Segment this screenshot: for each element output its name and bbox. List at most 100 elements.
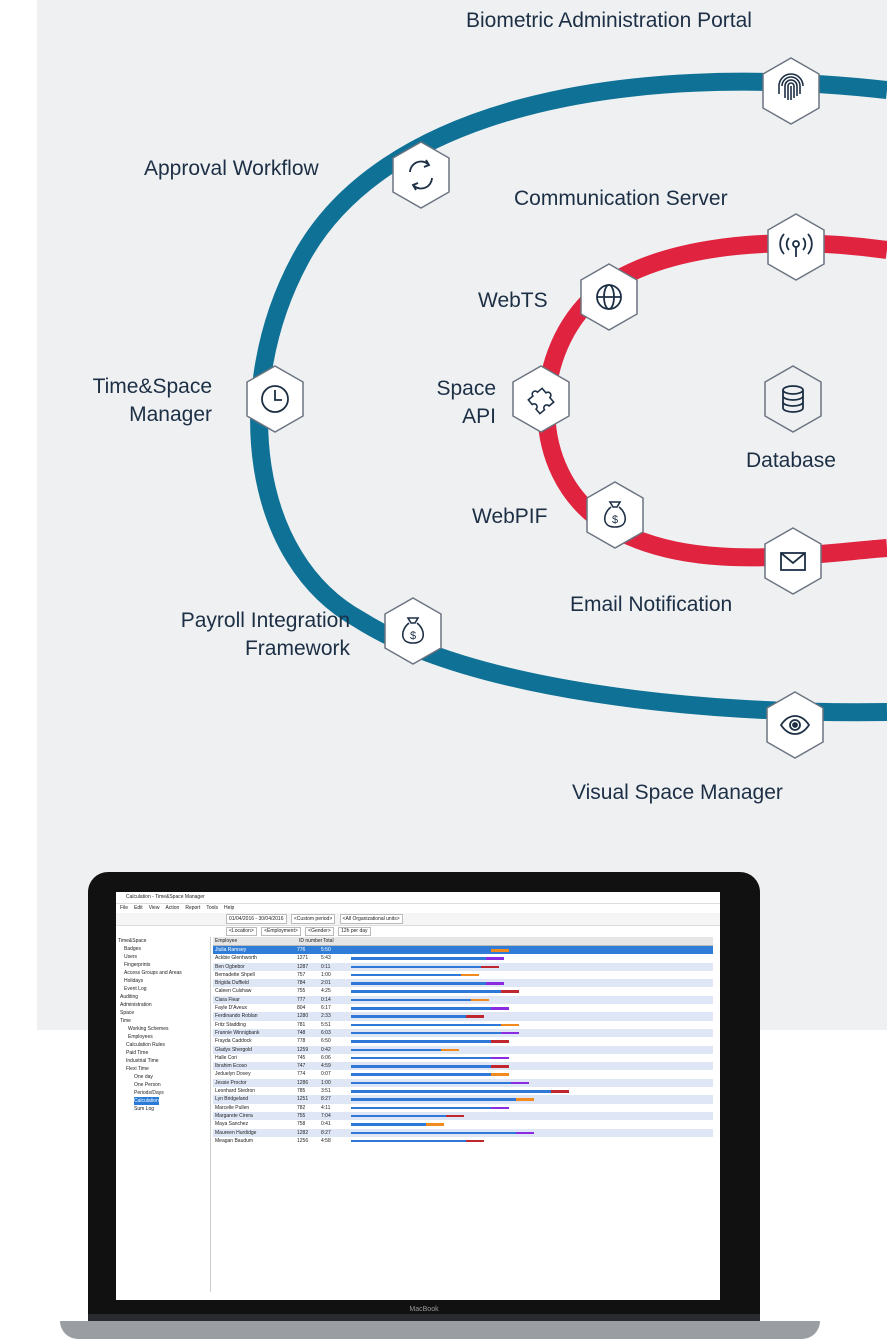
tree-item[interactable]: Time: [118, 1017, 210, 1025]
col-id[interactable]: ID number: [299, 937, 323, 945]
tree-item[interactable]: Employees: [118, 1033, 210, 1041]
table-row[interactable]: Caleen Culshaw 755 4:25: [213, 987, 713, 995]
label-database: Database: [746, 449, 836, 472]
tree-item[interactable]: Industrial Time: [118, 1057, 210, 1065]
tree-item[interactable]: Working Schemes: [118, 1025, 210, 1033]
cell-name: Frannie Winnigbank: [215, 1029, 260, 1036]
table-row[interactable]: Brigida Duffield 784 2:01: [213, 979, 713, 988]
table-row[interactable]: Ackbie Glenhworth 1271 5:43: [213, 954, 713, 962]
table-row[interactable]: Jeduelyn Dovey 774 0:07: [213, 1070, 713, 1078]
cell-total: 8:27: [321, 1129, 331, 1136]
laptop-mockup: MacBook Calculation - Time&Space Manager…: [0, 862, 887, 1342]
location-select[interactable]: <Location>: [226, 927, 257, 936]
tree-item[interactable]: Fingerprints: [118, 961, 210, 969]
org-units-select[interactable]: <All Organizational units>: [339, 914, 403, 924]
table-row[interactable]: Marcelle Pullen 782 4:11: [213, 1104, 713, 1112]
tree-item[interactable]: Periods/Days: [118, 1089, 210, 1097]
table-row[interactable]: Bernadette Shpell 757 1:00: [213, 971, 713, 979]
cell-name: Jeduelyn Dovey: [215, 1071, 251, 1078]
time-bar: [351, 1123, 426, 1126]
node-biometric[interactable]: [760, 56, 822, 126]
tree-item[interactable]: One day: [118, 1073, 210, 1081]
table-row[interactable]: Halle Cori 745 6:06: [213, 1054, 713, 1062]
table-row[interactable]: Frayda Caddock 778 6:50: [213, 1037, 713, 1045]
gender-select[interactable]: <Gender>: [305, 927, 334, 936]
menu-item[interactable]: Action: [165, 905, 179, 911]
table-row[interactable]: Margarete Cirera 755 7:04: [213, 1111, 713, 1121]
tree-item[interactable]: Event Log: [118, 985, 210, 993]
time-bar: [351, 1098, 516, 1101]
node-email-notification[interactable]: [762, 526, 824, 596]
window-title: Calculation - Time&Space Manager: [116, 892, 720, 904]
cell-id: 748: [297, 1029, 306, 1036]
tree-item[interactable]: Space: [118, 1009, 210, 1017]
custom-period-select[interactable]: <Custom period>: [290, 914, 336, 924]
node-communication-server[interactable]: [765, 212, 827, 282]
menu-item[interactable]: Report: [185, 905, 200, 911]
tree-item[interactable]: Holidays: [118, 977, 210, 985]
overtime-bar: [491, 1056, 509, 1060]
table-row[interactable]: Ciara Flear 777 0:14: [213, 995, 713, 1005]
menu-item[interactable]: File: [120, 905, 128, 911]
table-row[interactable]: Frannie Winnigbank 748 6:03: [213, 1028, 713, 1038]
table-row[interactable]: Fritz Stadding 781 5:51: [213, 1021, 713, 1029]
tree-item[interactable]: Calculation Rules: [118, 1041, 210, 1049]
node-visual-space-manager[interactable]: [764, 690, 826, 760]
cell-name: Fayle D'Aveux: [215, 1005, 247, 1012]
tree-item[interactable]: Administration: [118, 1001, 210, 1009]
date-range-field[interactable]: 01/04/2016 - 30/04/2016: [226, 914, 287, 924]
cell-total: 0:42: [321, 1046, 331, 1053]
tree-item[interactable]: One Person: [118, 1081, 210, 1089]
table-row[interactable]: Fayle D'Aveux 804 6:17: [213, 1004, 713, 1012]
cell-total: 4:11: [321, 1104, 331, 1111]
tree-item[interactable]: Flexi Time: [118, 1065, 210, 1073]
table-row[interactable]: Gladys Shergold 1259 0:42: [213, 1045, 713, 1054]
node-database[interactable]: [762, 364, 824, 434]
menu-item[interactable]: Edit: [134, 905, 143, 911]
table-row[interactable]: Jiulia Ramsey 776 5:50: [213, 946, 713, 955]
overtime-bar: [426, 1123, 444, 1126]
table-row[interactable]: Lyn Bridgeland 1251 8:27: [213, 1095, 713, 1104]
col-total[interactable]: Total: [323, 937, 347, 945]
overtime-bar: [491, 1065, 509, 1068]
table-row[interactable]: Ibrahim Ecoso 747 4:59: [213, 1062, 713, 1071]
node-payroll-integration[interactable]: $: [382, 596, 444, 666]
tree-item-label: Paid Time: [126, 1050, 149, 1056]
time-bar: [351, 1040, 491, 1043]
table-row[interactable]: Maya Sanchez 758 0:41: [213, 1120, 713, 1128]
cell-total: 2:33: [321, 1013, 331, 1020]
table-row[interactable]: Ferdinando Roblan 1280 2:33: [213, 1012, 713, 1021]
tree-item[interactable]: Time&Space: [118, 937, 210, 945]
node-webpif[interactable]: $: [584, 480, 646, 550]
employment-select[interactable]: <Employment>: [261, 927, 301, 936]
overtime-bar: [466, 1139, 484, 1143]
table-row[interactable]: Meagan Baudum 1256 4:58: [213, 1137, 713, 1145]
menu-item[interactable]: Help: [224, 905, 234, 911]
time-bar: [351, 1015, 466, 1018]
tree-item[interactable]: Paid Time: [118, 1049, 210, 1057]
tree-item[interactable]: Sum Log: [118, 1105, 210, 1113]
cell-total: 6:03: [321, 1029, 331, 1036]
time-bar: [351, 1114, 446, 1118]
overtime-bar: [471, 998, 489, 1002]
label-timespace-line1: Time&Space: [92, 375, 212, 398]
svg-text:$: $: [612, 514, 618, 526]
tree-item[interactable]: Calculation: [118, 1097, 210, 1105]
time-bar: [351, 1031, 501, 1035]
node-timespace-manager[interactable]: [244, 364, 306, 434]
menu-item[interactable]: View: [149, 905, 160, 911]
tree-item[interactable]: Access Groups and Areas: [118, 969, 210, 977]
tree-item[interactable]: Badges: [118, 945, 210, 953]
menu-item[interactable]: Tools: [206, 905, 218, 911]
table-row[interactable]: Leonhard Stedron 785 3:51: [213, 1087, 713, 1095]
node-approval-workflow[interactable]: [390, 140, 452, 210]
tree-item[interactable]: Auditing: [118, 993, 210, 1001]
tree-item[interactable]: Users: [118, 953, 210, 961]
table-row[interactable]: Ben Ogbebor 1287 0:11: [213, 962, 713, 971]
table-row[interactable]: Maureen Hurdidge 1282 8:27: [213, 1128, 713, 1137]
node-webts[interactable]: [578, 262, 640, 332]
node-space-api[interactable]: [510, 364, 572, 434]
col-employee[interactable]: Employee: [213, 937, 299, 945]
table-row[interactable]: Jessie Proctor 1286 1:00: [213, 1078, 713, 1088]
per-day-select[interactable]: 12h per day: [338, 927, 371, 936]
